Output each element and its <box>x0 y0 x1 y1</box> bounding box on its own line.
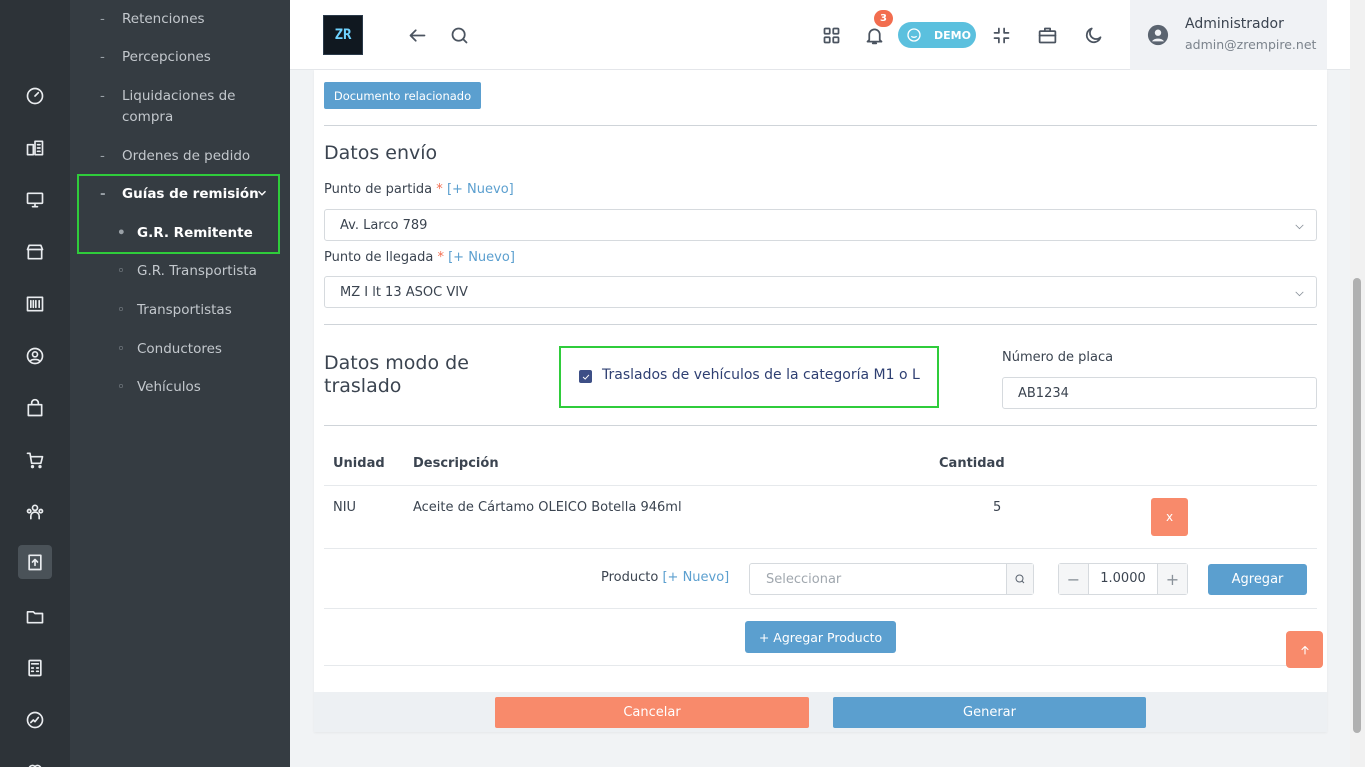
quantity-value[interactable]: 1.0000 <box>1089 571 1157 586</box>
transport-section-title: Datos modo de traslado <box>324 352 469 397</box>
product-new-link[interactable]: [+ Nuevo] <box>662 570 729 585</box>
search-icon <box>1015 574 1025 584</box>
increment-button[interactable]: + <box>1157 564 1187 594</box>
product-search-input[interactable]: Seleccionar <box>749 563 1034 595</box>
column-header-description: Descripción <box>413 456 499 471</box>
top-bar: ZR 3 DEMO Administrador admin@zrempire.n… <box>290 0 1350 70</box>
quantity-stepper[interactable]: − 1.0000 + <box>1058 563 1188 595</box>
table-divider <box>324 665 1317 666</box>
page-scrollbar[interactable] <box>1350 0 1365 767</box>
building-icon[interactable] <box>18 131 52 165</box>
back-arrow-icon[interactable] <box>405 23 429 47</box>
vehicle-category-highlight: Traslados de vehículos de la categoría M… <box>559 346 939 408</box>
apps-grid-icon[interactable] <box>819 23 843 47</box>
compress-icon[interactable] <box>989 23 1013 47</box>
destination-label: Punto de llegada * [+ Nuevo] <box>324 250 515 265</box>
origin-select[interactable]: Av. Larco 789 <box>324 209 1317 241</box>
user-menu[interactable]: Administrador admin@zrempire.net <box>1130 0 1327 70</box>
row-unit: NIU <box>333 500 357 515</box>
divider <box>324 425 1317 426</box>
user-name: Administrador <box>1185 16 1284 32</box>
smile-icon <box>907 28 921 42</box>
add-button[interactable]: Agregar <box>1208 564 1307 595</box>
app-logo[interactable]: ZR <box>323 15 363 55</box>
column-header-quantity: Cantidad <box>939 456 1005 471</box>
column-header-unit: Unidad <box>333 456 385 471</box>
product-label: Producto [+ Nuevo] <box>601 570 730 585</box>
user-circle-icon[interactable] <box>18 339 52 373</box>
arrow-up-icon <box>1300 645 1309 655</box>
plate-label: Número de placa <box>1002 350 1114 365</box>
monitor-icon[interactable] <box>18 183 52 217</box>
divider <box>324 324 1317 325</box>
plate-input[interactable]: AB1234 <box>1002 377 1317 409</box>
destination-select[interactable]: MZ I lt 13 ASOC VIV <box>324 276 1317 308</box>
remove-item-button[interactable]: x <box>1151 498 1188 536</box>
product-search-button[interactable] <box>1006 564 1033 594</box>
chevron-down-icon <box>1295 291 1304 297</box>
notification-badge: 3 <box>874 10 893 27</box>
cancel-button[interactable]: Cancelar <box>495 697 809 728</box>
sidebar-submenu: - Retenciones - Percepciones - Liquidaci… <box>70 0 290 767</box>
origin-new-link[interactable]: [+ Nuevo] <box>447 182 514 197</box>
scroll-to-top-button[interactable] <box>1286 631 1323 668</box>
related-document-button[interactable]: Documento relacionado <box>324 82 481 109</box>
user-avatar-icon <box>1147 24 1169 46</box>
divider <box>324 125 1317 126</box>
row-description: Aceite de Cártamo OLEICO Botella 946ml <box>413 500 682 515</box>
scrollbar-thumb[interactable] <box>1353 278 1361 733</box>
user-email: admin@zrempire.net <box>1185 37 1317 52</box>
dispatch-icon[interactable] <box>18 545 52 579</box>
origin-label: Punto de partida * [+ Nuevo] <box>324 182 514 197</box>
bag-icon[interactable] <box>18 391 52 425</box>
icon-rail <box>0 0 70 767</box>
moon-icon[interactable] <box>1081 23 1105 47</box>
chart-icon[interactable] <box>18 703 52 737</box>
destination-new-link[interactable]: [+ Nuevo] <box>448 250 515 265</box>
table-divider <box>324 548 1317 549</box>
form-card: Documento relacionado Datos envío Punto … <box>314 70 1327 732</box>
vehicle-category-label[interactable]: Traslados de vehículos de la categoría M… <box>602 367 920 383</box>
store-icon[interactable] <box>18 235 52 269</box>
table-divider <box>324 485 1317 486</box>
cart-icon[interactable] <box>18 443 52 477</box>
check-icon <box>582 374 589 380</box>
users-icon[interactable] <box>18 495 52 529</box>
folder-icon[interactable] <box>18 599 52 633</box>
chevron-down-icon <box>1295 224 1304 230</box>
barcode-icon[interactable] <box>18 287 52 321</box>
decrement-button[interactable]: − <box>1059 564 1089 594</box>
demo-badge[interactable]: DEMO <box>898 22 976 48</box>
dashboard-icon[interactable] <box>18 79 52 113</box>
heart-icon[interactable] <box>18 753 52 767</box>
row-quantity: 5 <box>993 500 1002 515</box>
highlight-box <box>77 174 280 254</box>
briefcase-icon[interactable] <box>1035 23 1059 47</box>
calculator-icon[interactable] <box>18 651 52 685</box>
form-footer <box>314 692 1327 732</box>
generate-button[interactable]: Generar <box>833 697 1146 728</box>
add-product-button[interactable]: + Agregar Producto <box>745 621 896 653</box>
vehicle-category-checkbox[interactable] <box>579 370 592 383</box>
search-icon[interactable] <box>447 23 471 47</box>
table-divider <box>324 608 1317 609</box>
shipping-section-title: Datos envío <box>324 142 438 164</box>
